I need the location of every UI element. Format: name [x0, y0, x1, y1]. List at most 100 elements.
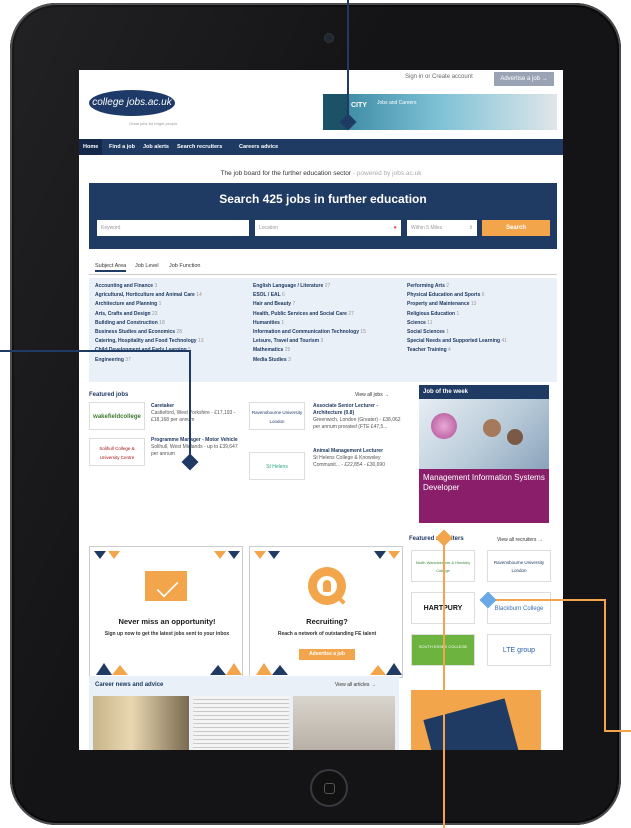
job-item[interactable]: Associate Senior Lecturer - Architecture… [313, 403, 403, 431]
subject-link[interactable]: Mathematics 25 [253, 346, 366, 355]
tab-job-function[interactable]: Job Function [169, 263, 201, 269]
job-title[interactable]: Animal Management Lecturer [313, 448, 403, 455]
featured-jobs-title: Featured jobs [89, 392, 129, 398]
subject-link[interactable]: Building and Construction 18 [95, 319, 204, 328]
subject-link[interactable]: Special Needs and Supported Learning 41 [407, 337, 507, 346]
person-image [507, 429, 523, 445]
subject-link[interactable]: Engineering 37 [95, 356, 204, 365]
newsletter-ad[interactable] [411, 690, 541, 750]
subject-link[interactable]: Catering, Hospitality and Food Technolog… [95, 337, 204, 346]
job-title[interactable]: Programme Manager - Motor Vehicle [151, 437, 241, 444]
news-thumbnail[interactable] [293, 696, 395, 750]
job-item[interactable]: Animal Management Lecturer St Helens Col… [313, 448, 403, 469]
separator: or [425, 74, 431, 80]
location-input[interactable]: Location ● [255, 220, 401, 236]
job-logo[interactable]: Solihull College & University Centre [89, 438, 145, 466]
create-account-link[interactable]: Create account [432, 74, 473, 80]
main-nav: Home Find a job Job alerts Search recrui… [79, 139, 563, 155]
news-thumbnail[interactable] [193, 696, 289, 750]
job-of-week-job[interactable]: Management Information Systems Developer [423, 473, 545, 493]
subject-link[interactable]: ESOL / EAL 6 [253, 291, 366, 300]
logo[interactable]: college jobs.ac.uk [89, 90, 175, 116]
callout-line [604, 730, 631, 732]
subject-name: Religious Education [407, 310, 456, 317]
job-title[interactable]: Caretaker [151, 403, 241, 410]
subject-count: 18 [159, 319, 165, 326]
subject-link[interactable]: Performing Arts 2 [407, 282, 507, 291]
subject-link[interactable]: Social Sciences 1 [407, 328, 507, 337]
job-logo[interactable]: St Helens [249, 452, 305, 480]
subject-link[interactable]: Arts, Crafts and Design 23 [95, 310, 204, 319]
nav-find-job[interactable]: Find a job [109, 139, 135, 155]
subject-link[interactable]: Science 11 [407, 319, 507, 328]
nav-search-recruiters[interactable]: Search recruiters [177, 139, 222, 155]
banner-ad[interactable]: CITY Jobs and Careers [323, 94, 557, 130]
promo-job-alerts[interactable]: Never miss an opportunity! Sign up now t… [89, 546, 243, 678]
promo-recruiting[interactable]: Recruiting? Reach a network of outstandi… [249, 546, 403, 678]
subject-name: Information and Communication Technology [253, 329, 360, 336]
magnifier-person-icon [308, 567, 346, 605]
subject-name: Health, Public Services and Social Care [253, 310, 347, 317]
subject-count: 3 [154, 283, 158, 289]
view-all-jobs-link[interactable]: View all jobs → [355, 392, 389, 398]
job-detail: St Helens College & Knowsley Communit...… [313, 455, 385, 468]
radius-select[interactable]: Within 5 Miles ⇕ [407, 220, 477, 236]
subject-link[interactable]: Media Studies 3 [253, 356, 366, 365]
home-button[interactable] [310, 769, 348, 807]
recruiter-logo[interactable]: Blackburn College [487, 592, 551, 624]
subject-name: Science [407, 319, 426, 326]
recruiter-logo[interactable]: LTE group [487, 634, 551, 666]
advertise-button[interactable]: Advertise a job → [494, 72, 554, 86]
subject-name: Special Needs and Supported Learning [407, 338, 501, 345]
job-item[interactable]: Programme Manager - Motor Vehicle Solihu… [151, 437, 241, 458]
job-logo[interactable]: wakefieldcollege [89, 402, 145, 430]
subject-link[interactable]: Information and Communication Technology… [253, 328, 366, 337]
subject-name: Building and Construction [95, 319, 158, 326]
screen: Sign in or Create account Advertise a jo… [79, 70, 563, 750]
keyword-input[interactable]: Keyword [97, 220, 249, 236]
subject-link[interactable]: Architecture and Planning 1 [95, 300, 204, 309]
subject-link[interactable]: English Language / Literature 27 [253, 282, 366, 291]
subject-link[interactable]: Accounting and Finance 3 [95, 282, 204, 291]
search-button[interactable]: Search [482, 220, 550, 236]
nav-job-alerts[interactable]: Job alerts [143, 139, 169, 155]
subject-count: 1 [158, 301, 162, 308]
advertise-job-button[interactable]: Advertise a job [299, 649, 355, 660]
banner-text: Jobs and Careers [377, 100, 417, 106]
subject-name: Arts, Crafts and Design [95, 310, 151, 317]
signin-link[interactable]: Sign in [405, 74, 423, 80]
square-icon [324, 783, 335, 794]
subject-name: Business Studies and Economics [95, 329, 176, 336]
subject-link[interactable]: Teacher Training 4 [407, 346, 507, 355]
subject-link[interactable]: Hair and Beauty 7 [253, 300, 366, 309]
callout-line [189, 350, 191, 462]
job-of-week-image [419, 399, 549, 469]
view-all-recruiters-link[interactable]: View all recruiters → [497, 537, 543, 543]
subject-link[interactable]: Humanities 1 [253, 319, 366, 328]
radius-value: Within 5 Miles [411, 225, 443, 231]
subject-link[interactable]: Property and Maintenance 13 [407, 300, 507, 309]
subject-link[interactable]: Health, Public Services and Social Care … [253, 310, 366, 319]
news-thumbnail[interactable] [93, 696, 189, 750]
job-logo[interactable]: Ravensbourne University London [249, 402, 305, 430]
tab-subject-area[interactable]: Subject Area [95, 263, 127, 272]
top-bar: Sign in or Create account Advertise a jo… [79, 70, 563, 88]
view-all-articles-link[interactable]: View all articles → [335, 682, 376, 688]
recruiter-logo[interactable]: Ravensbourne University London [487, 550, 551, 582]
subject-link[interactable]: Leisure, Travel and Tourism 3 [253, 337, 366, 346]
callout-line [0, 350, 191, 352]
subject-link[interactable]: Agricultural, Horticulture and Animal Ca… [95, 291, 204, 300]
subject-count: 28 [176, 329, 182, 336]
job-title[interactable]: Associate Senior Lecturer - Architecture… [313, 403, 403, 417]
nav-careers-advice[interactable]: Careers advice [239, 139, 278, 155]
tab-job-level[interactable]: Job Level [135, 263, 159, 269]
camera-icon [324, 33, 334, 43]
subject-link[interactable]: Business Studies and Economics 28 [95, 328, 204, 337]
job-of-week[interactable]: Job of the week Management Information S… [419, 385, 549, 523]
job-item[interactable]: Caretaker Castleford, West Yorkshire - £… [151, 403, 241, 424]
subject-name: Agricultural, Horticulture and Animal Ca… [95, 292, 195, 299]
subject-name: Accounting and Finance [95, 283, 154, 289]
subject-link[interactable]: Physical Education and Sports 6 [407, 291, 507, 300]
nav-home[interactable]: Home [79, 139, 103, 155]
subject-link[interactable]: Religious Education 1 [407, 310, 507, 319]
